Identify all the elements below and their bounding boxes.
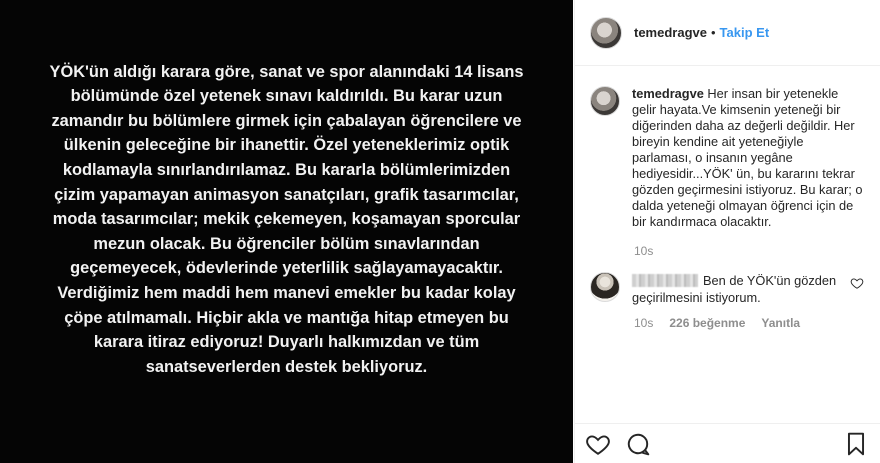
caption-body: temedragve Her insan bir yetenekle gelir… <box>632 86 864 230</box>
header-username[interactable]: temedragve <box>634 25 707 40</box>
post-side-panel: temedragve • Takip Et temedragve Her ins… <box>574 0 880 463</box>
comment-item: Ben de YÖK'ün gözden geçirilmesini istiy… <box>590 272 864 306</box>
caption-timestamp[interactable]: 10s <box>634 244 864 258</box>
caption: temedragve Her insan bir yetenekle gelir… <box>590 86 864 230</box>
caption-avatar[interactable] <box>590 86 620 116</box>
post-header: temedragve • Takip Et <box>575 0 880 66</box>
heart-icon[interactable] <box>850 276 864 290</box>
separator-dot: • <box>710 25 716 40</box>
follow-button[interactable]: Takip Et <box>720 25 770 40</box>
blurred-username[interactable] <box>632 274 698 287</box>
comment-icon[interactable] <box>625 431 651 457</box>
comment-timestamp[interactable]: 10s <box>634 316 653 330</box>
comments-list: temedragve Her insan bir yetenekle gelir… <box>575 66 880 330</box>
caption-username[interactable]: temedragve <box>632 86 704 101</box>
post-image-text: YÖK'ün aldığı karara göre, sanat ve spor… <box>49 62 524 376</box>
comment-likes-count[interactable]: 226 beğenme <box>669 316 745 330</box>
comment-body: Ben de YÖK'ün gözden geçirilmesini istiy… <box>632 272 842 306</box>
caption-text: Her insan bir yetenekle gelir hayata.Ve … <box>632 86 863 229</box>
comment-avatar[interactable] <box>590 272 620 302</box>
post-image: YÖK'ün aldığı karara göre, sanat ve spor… <box>0 0 573 463</box>
action-bar <box>575 423 880 463</box>
reply-button[interactable]: Yanıtla <box>761 316 800 330</box>
heart-icon[interactable] <box>585 431 611 457</box>
comment-meta: 10s 226 beğenme Yanıtla <box>634 316 864 330</box>
bookmark-icon[interactable] <box>843 431 869 457</box>
avatar[interactable] <box>590 16 622 49</box>
